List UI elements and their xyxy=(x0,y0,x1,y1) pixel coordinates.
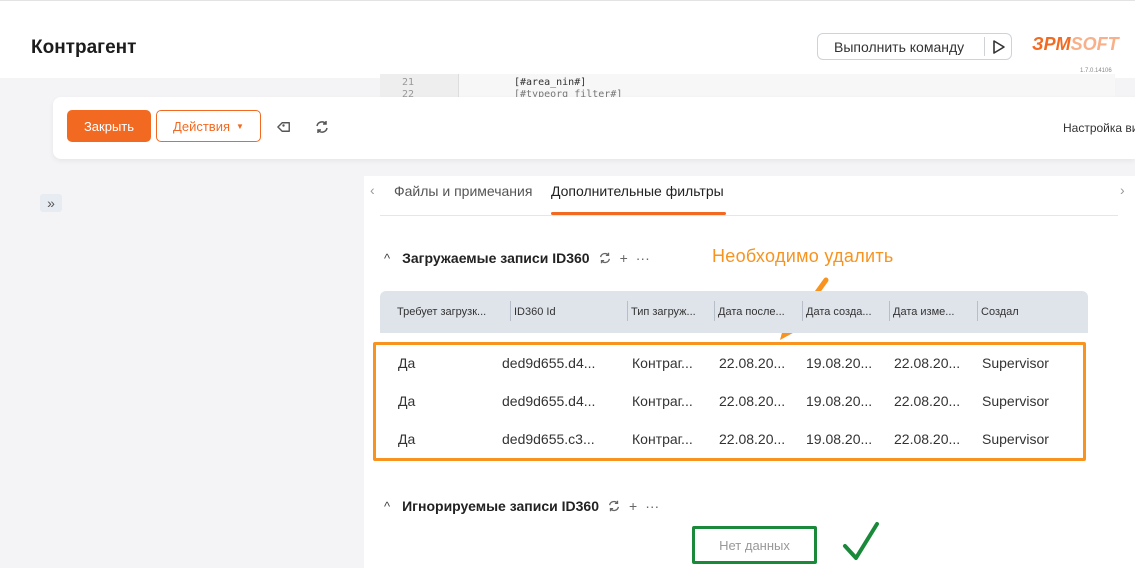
table-row[interactable]: Да ded9d655.c3... Контраг... 22.08.20...… xyxy=(376,421,1083,459)
tab-additional-filters[interactable]: Дополнительные фильтры xyxy=(551,183,724,199)
tab-files-notes[interactable]: Файлы и примечания xyxy=(394,183,532,199)
table-cell: 22.08.20... xyxy=(719,393,786,409)
line-number: 21 xyxy=(402,77,415,88)
divider xyxy=(802,301,803,321)
chevron-up-icon[interactable]: ^ xyxy=(384,499,390,514)
table-cell: 22.08.20... xyxy=(894,431,961,447)
top-bar: Контрагент Выполнить команду ЗPMSOFT 1.7… xyxy=(0,0,1135,78)
table-cell: 19.08.20... xyxy=(806,431,873,447)
sync-icon[interactable] xyxy=(314,119,330,135)
logo: ЗPMSOFT xyxy=(1032,34,1119,55)
column-header[interactable]: Требует загрузк... xyxy=(397,306,486,318)
table-cell: Контраг... xyxy=(632,355,693,371)
action-toolbar: Закрыть Действия ▼ Настройка вид xyxy=(53,97,1135,159)
table-cell: ded9d655.d4... xyxy=(502,393,596,409)
divider xyxy=(889,301,890,321)
active-tab-indicator xyxy=(551,212,726,215)
ignored-records-header: ^ Игнорируемые записи ID360 + ··· xyxy=(384,498,659,514)
column-header[interactable]: Тип загруж... xyxy=(631,306,696,318)
logo-part2: SOFT xyxy=(1070,34,1119,54)
table-cell: Да xyxy=(398,355,416,371)
chevron-down-icon: ▼ xyxy=(236,121,244,131)
sync-icon[interactable] xyxy=(607,499,621,513)
code-line: [#area_nin#] xyxy=(514,77,587,88)
table-cell: Да xyxy=(398,393,416,409)
more-icon[interactable]: ··· xyxy=(645,498,659,514)
table-cell: 22.08.20... xyxy=(894,393,961,409)
table-cell: 22.08.20... xyxy=(719,431,786,447)
divider xyxy=(627,301,628,321)
column-header[interactable]: Создал xyxy=(981,306,1019,318)
chevron-left-icon[interactable]: ‹ xyxy=(370,182,375,198)
loaded-records-header: ^ Загружаемые записи ID360 + ··· xyxy=(384,250,650,266)
logo-part1: ЗPM xyxy=(1032,34,1071,54)
column-header[interactable]: ID360 Id xyxy=(514,306,556,318)
tab-divider xyxy=(380,215,1118,216)
double-chevron-right-icon[interactable]: » xyxy=(40,194,62,212)
table-cell: Контраг... xyxy=(632,431,693,447)
section-title: Загружаемые записи ID360 xyxy=(402,250,590,266)
table-header: Требует загрузк... ID360 Id Тип загруж..… xyxy=(380,291,1088,333)
section-title: Игнорируемые записи ID360 xyxy=(402,498,599,514)
table-cell: 22.08.20... xyxy=(894,355,961,371)
play-icon[interactable] xyxy=(992,39,1006,55)
divider xyxy=(458,74,459,98)
actions-label: Действия xyxy=(173,118,231,134)
table-cell: Да xyxy=(398,431,416,447)
run-command-label: Выполнить команду xyxy=(834,39,965,55)
divider xyxy=(977,301,978,321)
table-row[interactable]: Да ded9d655.d4... Контраг... 22.08.20...… xyxy=(376,345,1083,383)
annotation-label: Необходимо удалить xyxy=(712,246,894,266)
code-gutter xyxy=(380,74,458,98)
divider xyxy=(984,37,985,56)
close-button[interactable]: Закрыть xyxy=(67,110,151,142)
column-header[interactable]: Дата созда... xyxy=(806,306,872,318)
table-cell: 19.08.20... xyxy=(806,355,873,371)
detail-panel: ‹ Файлы и примечания Дополнительные филь… xyxy=(364,176,1135,568)
table-cell: 22.08.20... xyxy=(719,355,786,371)
table-cell: ded9d655.c3... xyxy=(502,431,595,447)
chevron-right-icon[interactable]: › xyxy=(1120,182,1125,198)
highlighted-rows: Да ded9d655.d4... Контраг... 22.08.20...… xyxy=(373,342,1086,461)
run-command-field[interactable]: Выполнить команду xyxy=(817,33,1012,60)
column-header[interactable]: Дата после... xyxy=(718,306,785,318)
page-title: Контрагент xyxy=(31,37,137,58)
code-editor-peek: 21 22 [#area_nin#] [#typeorg_filter#] xyxy=(380,74,1115,98)
table-row[interactable]: Да ded9d655.d4... Контраг... 22.08.20...… xyxy=(376,383,1083,421)
table-cell: ded9d655.d4... xyxy=(502,355,596,371)
actions-button[interactable]: Действия ▼ xyxy=(156,110,261,142)
table-cell: Supervisor xyxy=(982,355,1049,371)
plus-icon[interactable]: + xyxy=(620,250,628,266)
empty-state: Нет данных xyxy=(692,526,817,564)
table-cell: Supervisor xyxy=(982,393,1049,409)
more-icon[interactable]: ··· xyxy=(636,250,650,266)
table-cell: Supervisor xyxy=(982,431,1049,447)
divider xyxy=(510,301,511,321)
chevron-up-icon[interactable]: ^ xyxy=(384,251,390,266)
plus-icon[interactable]: + xyxy=(629,498,637,514)
column-header[interactable]: Дата изме... xyxy=(893,306,954,318)
view-settings-link[interactable]: Настройка вид xyxy=(1063,121,1135,135)
divider xyxy=(714,301,715,321)
tag-icon[interactable] xyxy=(277,119,293,135)
table-cell: Контраг... xyxy=(632,393,693,409)
table-cell: 19.08.20... xyxy=(806,393,873,409)
check-icon xyxy=(843,522,879,560)
sync-icon[interactable] xyxy=(598,251,612,265)
